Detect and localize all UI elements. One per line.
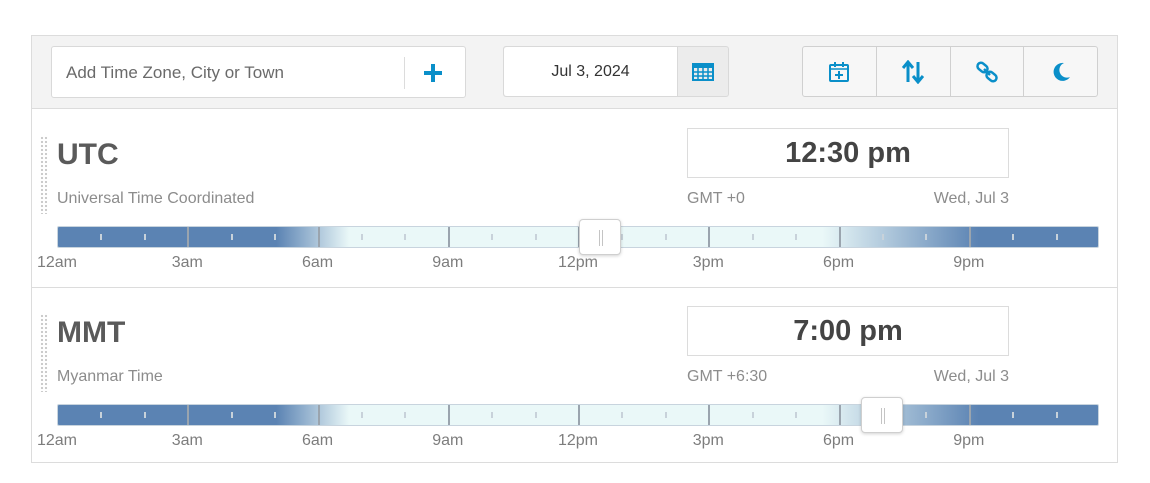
major-tick (578, 405, 580, 425)
major-tick (708, 227, 711, 247)
major-tick (838, 227, 841, 247)
drag-handle-icon[interactable] (40, 136, 48, 214)
major-tick (968, 227, 971, 247)
hour-label: 9pm (953, 432, 985, 449)
link-icon (976, 60, 998, 83)
minor-tick (621, 234, 624, 240)
hour-label: 6pm (822, 254, 855, 271)
hour-label: 12pm (557, 432, 599, 449)
calendar-grid-icon (692, 62, 714, 81)
hour-slider-handle[interactable] (860, 397, 903, 433)
hour-slider-handle[interactable] (578, 219, 621, 255)
calendar-button[interactable] (677, 47, 728, 96)
major-tick (838, 405, 841, 425)
plus-icon (424, 64, 442, 82)
hour-labels: 12am 3am 6am 9am 12pm 3pm 6pm 9pm (32, 254, 1117, 274)
major-tick (317, 227, 320, 247)
minor-tick (274, 412, 277, 418)
timezone-row: UTC Universal Time Coordinated 12:30 pm … (32, 110, 1117, 287)
major-tick (447, 227, 450, 247)
hour-label: 3am (171, 254, 203, 271)
minor-tick (404, 234, 407, 240)
search-box (51, 46, 466, 98)
minor-tick (404, 412, 407, 418)
time-display[interactable]: 7:00 pm (687, 306, 1009, 356)
hour-label: 9am (432, 432, 464, 449)
hour-label: 12am (36, 254, 78, 271)
timezone-row: MMT Myanmar Time 7:00 pm GMT +6:30 Wed, … (32, 287, 1117, 464)
timezone-name: Myanmar Time (57, 368, 163, 385)
schedule-event-button[interactable] (803, 47, 877, 96)
minor-tick (1012, 412, 1015, 418)
minor-tick (274, 234, 277, 240)
gmt-offset: GMT +6:30 (687, 368, 768, 385)
major-tick (187, 227, 190, 247)
day-date: Wed, Jul 3 (933, 190, 1009, 207)
hour-label: 6pm (822, 432, 855, 449)
minor-tick (925, 412, 928, 418)
minor-tick (1012, 234, 1015, 240)
minor-tick (360, 412, 363, 418)
minor-tick (143, 234, 146, 240)
hour-label: 3am (171, 432, 203, 449)
day-date: Wed, Jul 3 (933, 368, 1009, 385)
minor-tick (925, 234, 928, 240)
minor-tick (664, 412, 667, 418)
drag-handle-icon[interactable] (40, 314, 48, 392)
timezone-converter: Jul 3, 2024 (31, 35, 1118, 463)
minor-tick (230, 412, 233, 418)
minor-tick (751, 234, 754, 240)
minor-tick (491, 234, 494, 240)
hour-label: 12am (36, 432, 78, 449)
minor-tick (100, 234, 103, 240)
minor-tick (664, 234, 667, 240)
dark-mode-button[interactable] (1024, 47, 1097, 96)
sort-arrows-icon (902, 59, 925, 84)
minor-tick (795, 412, 798, 418)
minor-tick (143, 412, 146, 418)
timezone-search-input[interactable] (66, 61, 386, 85)
minor-tick (881, 234, 884, 240)
date-input[interactable]: Jul 3, 2024 (504, 47, 677, 96)
gmt-offset: GMT +0 (687, 190, 745, 207)
minor-tick (621, 412, 624, 418)
hour-label: 6am (301, 254, 334, 271)
minor-tick (100, 412, 103, 418)
tool-buttons (802, 46, 1098, 97)
time-display[interactable]: 12:30 pm (687, 128, 1009, 178)
major-tick (447, 405, 450, 425)
minor-tick (1055, 412, 1058, 418)
major-tick (968, 405, 971, 425)
minor-tick (534, 234, 537, 240)
hour-label: 3pm (692, 254, 724, 271)
sort-button[interactable] (877, 47, 951, 96)
date-picker: Jul 3, 2024 (503, 46, 729, 97)
minor-tick (795, 234, 798, 240)
timezone-name: Universal Time Coordinated (57, 190, 255, 207)
add-timezone-button[interactable] (414, 55, 452, 91)
timezone-abbreviation: UTC (57, 138, 119, 171)
minor-tick (360, 234, 363, 240)
minor-tick (230, 234, 233, 240)
hour-label: 6am (301, 432, 334, 449)
hour-labels: 12am 3am 6am 9am 12pm 3pm 6pm 9pm (32, 432, 1117, 452)
hour-label: 9pm (953, 254, 985, 271)
minor-tick (751, 412, 754, 418)
hour-slider-track[interactable] (57, 404, 1099, 426)
hour-label: 3pm (692, 432, 724, 449)
minor-tick (1055, 234, 1058, 240)
moon-icon (1053, 62, 1070, 81)
hour-label: 9am (432, 254, 464, 271)
minor-tick (534, 412, 537, 418)
hour-label: 12pm (557, 254, 599, 271)
search-divider (404, 57, 405, 89)
major-tick (708, 405, 711, 425)
minor-tick (491, 412, 494, 418)
calendar-plus-icon (829, 61, 850, 82)
link-button[interactable] (951, 47, 1025, 96)
toolbar: Jul 3, 2024 (32, 36, 1117, 109)
major-tick (187, 405, 190, 425)
major-tick (317, 405, 320, 425)
timezone-abbreviation: MMT (57, 316, 126, 349)
